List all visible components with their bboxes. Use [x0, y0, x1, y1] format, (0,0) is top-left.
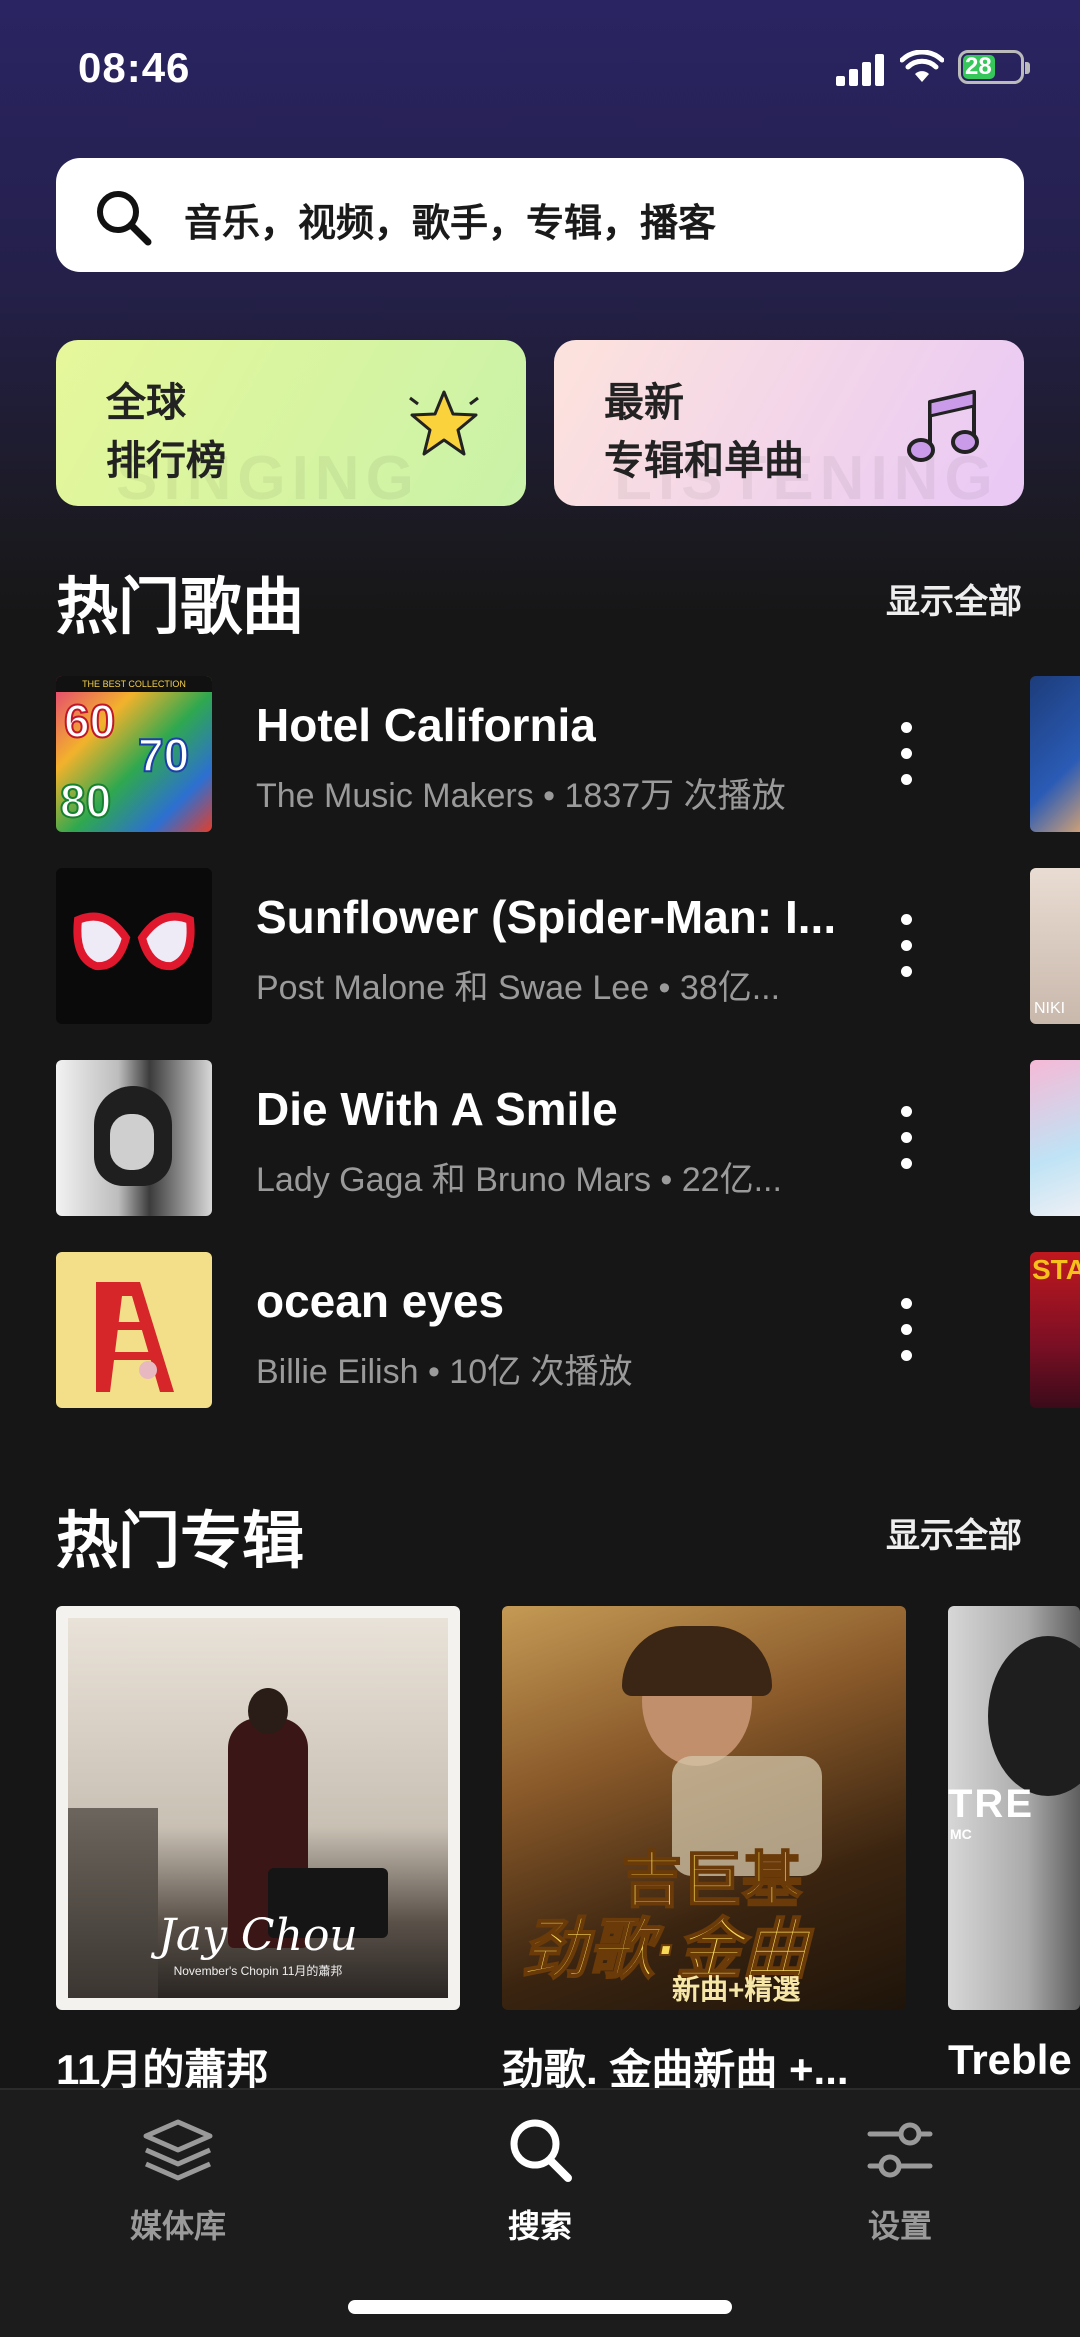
cover-text: 60 [63, 694, 116, 748]
song-title: Die With A Smile [256, 1083, 618, 1135]
search-input[interactable]: 音乐，视频，歌手，专辑，播客 [56, 158, 1024, 272]
search-icon [97, 191, 152, 246]
tab-settings[interactable]: 设置 [800, 2114, 1000, 2247]
song-subtitle: Post Malone 和 Swae Lee • 38亿... [256, 969, 781, 1007]
hot-albums-title: 热门专辑 [56, 1507, 305, 1576]
card-title-line1: 最新 [604, 381, 684, 425]
tab-search[interactable]: 搜索 [440, 2114, 640, 2247]
album-art-title: Jay Chou [158, 1910, 358, 1961]
battery-level: 28 [965, 53, 992, 80]
sliders-icon [867, 2122, 933, 2178]
cover-banner: THE BEST COLLECTION [56, 676, 212, 692]
album-art-subtitle: November's Chopin 11月的蕭邦 [173, 1964, 343, 1978]
search-placeholder: 音乐，视频，歌手，专辑，播客 [184, 203, 717, 245]
next-page-cover-peek: STA [1030, 1252, 1080, 1408]
tab-label: 设置 [867, 2208, 932, 2244]
tab-label: 媒体库 [129, 2208, 226, 2244]
album-cover [56, 1060, 212, 1216]
music-note-icon [907, 390, 979, 462]
hot-songs-show-all-link[interactable]: 显示全部 [886, 574, 1022, 623]
next-page-cover-peek: NIKI [1030, 868, 1080, 1024]
cover-text: 70 [137, 728, 190, 782]
tab-label: 搜索 [507, 2208, 572, 2244]
hot-songs-title: 热门歌曲 [56, 573, 305, 642]
song-row[interactable]: Sunflower (Spider-Man: I... Post Malone … [56, 868, 1024, 1024]
song-title: ocean eyes [256, 1275, 505, 1327]
album-art-subtitle: MC [950, 1826, 972, 1842]
hot-albums-show-all-link[interactable]: 显示全部 [886, 1508, 1022, 1557]
song-title: Sunflower (Spider-Man: I... [256, 891, 837, 943]
album-art: 吉巨基 劲歌·金曲 新曲+精選 [502, 1606, 906, 2010]
song-row[interactable]: THE BEST COLLECTION 60 70 80 Hotel Calif… [56, 676, 1024, 832]
search-icon [510, 2119, 572, 2182]
red-ladder-icon [96, 1282, 174, 1392]
home-indicator[interactable] [348, 2300, 732, 2314]
card-title-line2: 排行榜 [106, 439, 226, 483]
peek-label: NIKI [1034, 1000, 1066, 1017]
cellular-signal-icon [836, 54, 886, 86]
next-page-cover-peek [1030, 676, 1080, 832]
status-time: 08:46 [78, 44, 191, 91]
album-cover [56, 868, 212, 1024]
song-row[interactable]: ocean eyes Billie Eilish • 10亿 次播放 [56, 1252, 1024, 1408]
next-page-cover-peek [1030, 1060, 1080, 1216]
star-icon [409, 390, 479, 456]
card-title-line2: 专辑和单曲 [604, 439, 804, 483]
more-options-icon[interactable] [886, 1296, 926, 1364]
global-charts-card[interactable]: SINGING 全球 排行榜 [56, 340, 526, 506]
card-title-line1: 全球 [106, 381, 186, 425]
song-title: Hotel California [256, 699, 596, 751]
album-art-tag: 新曲+精選 [672, 1974, 801, 2005]
album-cover [56, 1252, 212, 1408]
status-bar: 08:46 28 [0, 40, 1080, 100]
song-subtitle: Billie Eilish • 10亿 次播放 [256, 1353, 633, 1391]
cover-text: 80 [59, 774, 112, 828]
song-subtitle: Lady Gaga 和 Bruno Mars • 22亿... [256, 1161, 782, 1199]
tab-library[interactable]: 媒体库 [78, 2114, 278, 2247]
battery-icon: 28 [958, 50, 1030, 84]
album-art: TRE MC [948, 1606, 1080, 2010]
peek-label: STA [1032, 1254, 1080, 1285]
layers-icon [143, 2119, 213, 2181]
album-art-title: TRE [948, 1782, 1034, 1826]
album-cover: THE BEST COLLECTION 60 70 80 [56, 676, 212, 832]
song-subtitle: The Music Makers • 1837万 次播放 [256, 777, 786, 815]
album-art: Jay Chou November's Chopin 11月的蕭邦 [56, 1606, 460, 2010]
song-row[interactable]: Die With A Smile Lady Gaga 和 Bruno Mars … [56, 1060, 1024, 1216]
spider-mask-eyes-icon [73, 912, 195, 971]
album-name: Treble [948, 2036, 1072, 2083]
new-releases-card[interactable]: LISTENING 最新 专辑和单曲 [554, 340, 1024, 506]
more-options-icon[interactable] [886, 912, 926, 980]
more-options-icon[interactable] [886, 720, 926, 788]
more-options-icon[interactable] [886, 1104, 926, 1172]
wifi-icon [900, 50, 944, 82]
